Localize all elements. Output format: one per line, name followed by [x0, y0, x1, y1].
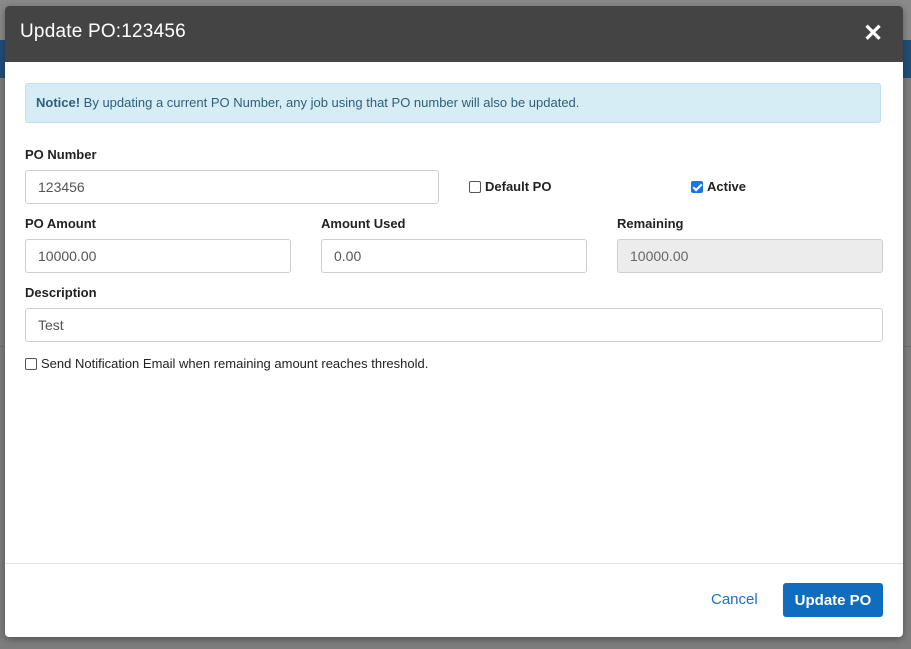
po-number-label: PO Number: [25, 147, 97, 162]
notice-text: By updating a current PO Number, any job…: [80, 95, 580, 110]
notice-strong: Notice!: [36, 95, 81, 110]
default-po-label: Default PO: [485, 179, 552, 194]
notify-label: Send Notification Email when remaining a…: [41, 356, 429, 371]
active-checkbox[interactable]: Active: [691, 179, 746, 194]
default-po-checkbox-box[interactable]: [469, 180, 481, 193]
default-po-checkbox[interactable]: Default PO: [469, 179, 551, 194]
active-label: Active: [707, 179, 747, 194]
notify-checkbox-box[interactable]: [25, 357, 37, 370]
amount-used-input[interactable]: [321, 239, 587, 273]
update-po-modal: Update PO:123456 ✕ Notice! By updating a…: [5, 6, 903, 637]
modal-title: Update PO:123456: [20, 21, 186, 42]
modal-header: Update PO:123456 ✕: [5, 6, 903, 62]
close-icon[interactable]: ✕: [859, 20, 887, 48]
active-checkbox-box[interactable]: [691, 180, 703, 193]
description-textarea[interactable]: [25, 308, 883, 342]
po-number-input[interactable]: [25, 170, 439, 204]
description-label: Description: [25, 285, 97, 300]
notice-alert: Notice! By updating a current PO Number,…: [25, 83, 881, 123]
cancel-button[interactable]: Cancel: [711, 591, 758, 608]
amount-used-label: Amount Used: [321, 216, 406, 231]
notify-checkbox[interactable]: Send Notification Email when remaining a…: [25, 356, 428, 371]
po-amount-label: PO Amount: [25, 216, 97, 231]
po-amount-input[interactable]: [25, 239, 291, 273]
update-po-button[interactable]: Update PO: [783, 583, 883, 617]
remaining-input: [617, 239, 883, 273]
remaining-label: Remaining: [617, 216, 684, 231]
footer-divider: [5, 563, 903, 564]
